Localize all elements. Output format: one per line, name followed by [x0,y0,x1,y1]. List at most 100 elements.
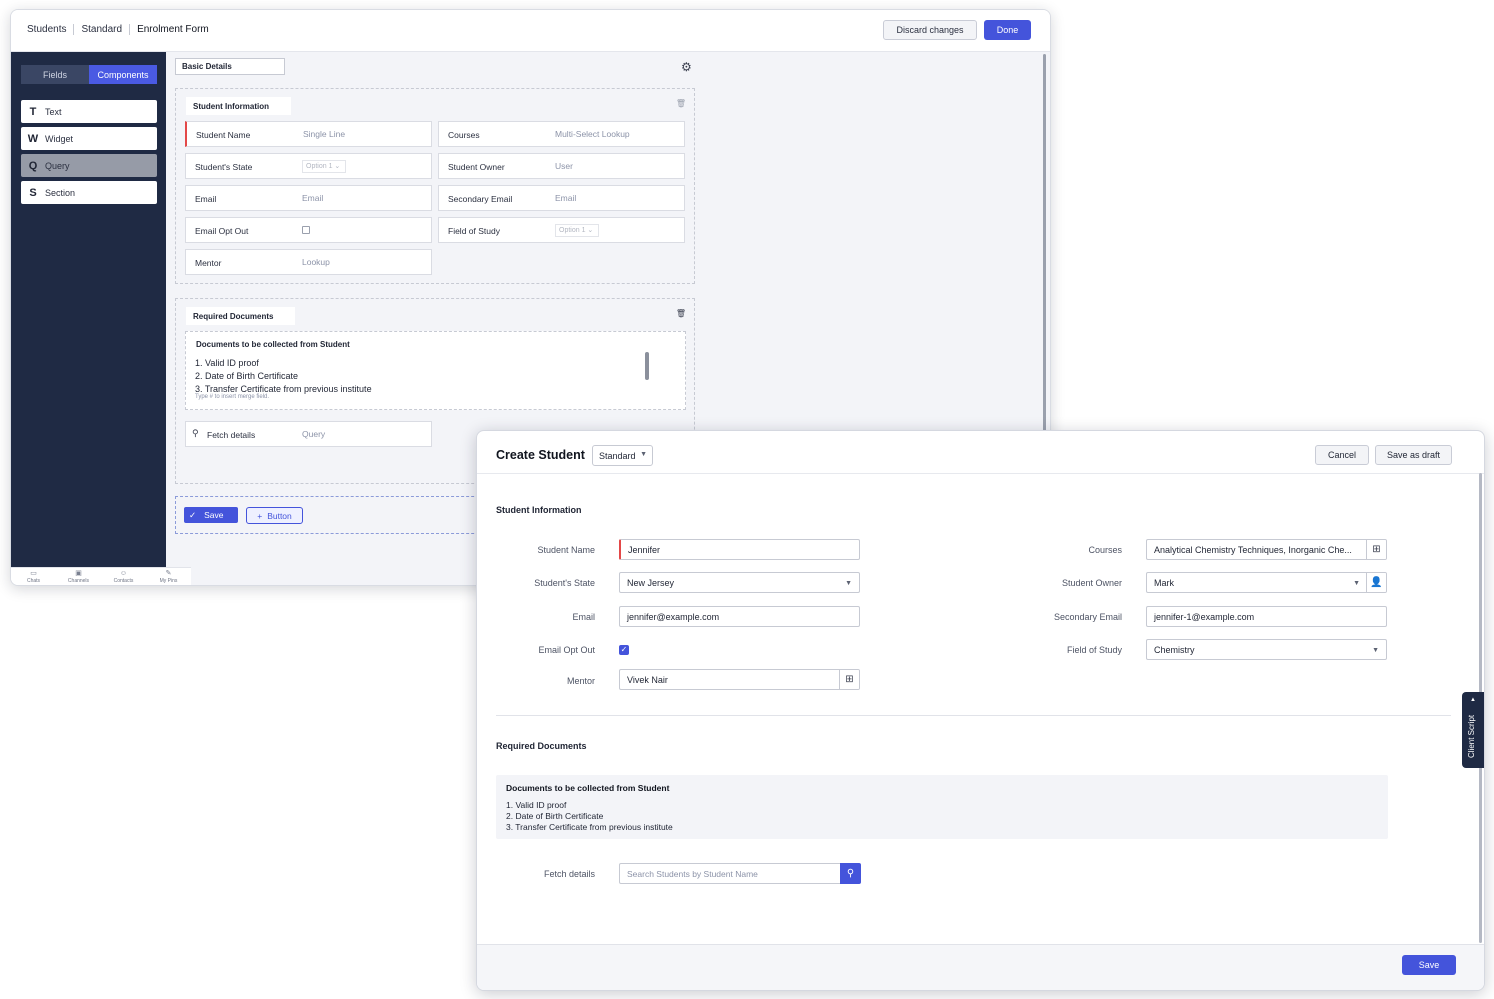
tab-fields[interactable]: Fields [21,65,89,84]
check-icon: ✓ [189,509,197,520]
search-input[interactable]: Search Students by Student Name [619,863,860,884]
student-name-input[interactable]: Jennifer [619,539,860,560]
nav-channels[interactable]: ▣ Channels [56,568,101,585]
discard-changes-button[interactable]: Discard changes [883,20,977,40]
nav-chats[interactable]: ▭ Chats [11,568,56,585]
user-icon[interactable]: 👤 [1366,573,1386,592]
layout-select[interactable]: Standard ▼ [592,445,653,466]
chevron-down-icon: ▼ [640,451,647,458]
component-text[interactable]: T Text [21,100,157,123]
component-label: Query [45,160,70,171]
search-icon: ⚲ [846,868,855,879]
canvas-scrollbar[interactable] [1043,54,1046,434]
component-query[interactable]: Q Query [21,154,157,177]
lookup-value: Vivek Nair [627,674,668,685]
student-name-label: Student Name [537,545,595,555]
field-type: Single Line [303,129,346,139]
picklist-preview: Option 1 ⌄ [302,160,346,173]
picklist-preview: Option 1 ⌄ [555,224,599,237]
chat-icon: ▭ [30,570,37,577]
chevron-down-icon: ▼ [1353,580,1360,587]
student-information-section[interactable]: Student Information 🗑 Student Name Singl… [175,88,695,284]
field-label: Student Name [196,130,251,140]
lookup-grid-icon[interactable]: ⊞ [839,670,859,689]
lookup-grid-icon[interactable]: ⊞ [1366,540,1386,559]
basic-details-tab[interactable]: Basic Details [175,58,285,75]
email-field[interactable]: jennifer@example.com [619,606,860,627]
done-button[interactable]: Done [984,20,1031,40]
checkbox-preview [302,226,310,234]
trash-icon[interactable]: 🗑 [676,309,686,318]
field-label: Secondary Email [448,194,513,204]
rich-text-scrollbar[interactable] [645,352,649,380]
courses-multi-lookup[interactable]: Analytical Chemistry Techniques, Inorgan… [1146,539,1387,560]
query-icon: Q [28,159,38,172]
page-title: Create Student [496,448,585,462]
breadcrumb-layout[interactable]: Standard [74,24,131,35]
field-student-name[interactable]: Student Name Single Line [185,121,432,147]
field-email-opt-out[interactable]: Email Opt Out [185,217,432,243]
query-fetch-details[interactable]: ⚲ Fetch details Query [185,421,432,447]
cancel-button[interactable]: Cancel [1315,445,1369,465]
select-value: Mark [1154,577,1174,588]
section-title[interactable]: Student Information [186,97,291,115]
email-label: Email [572,612,595,622]
field-students-state[interactable]: Student's State Option 1 ⌄ [185,153,432,179]
field-label: Student Owner [448,162,505,172]
component-label: Widget [45,133,74,144]
search-button[interactable]: ⚲ [840,863,861,884]
breadcrumb: Students Standard Enrolment Form [27,24,216,35]
form-footer: Save [477,944,1484,990]
documents-title: Documents to be collected from Student [506,783,670,793]
student-owner-select[interactable]: Mark ▼ 👤 [1146,572,1387,593]
field-of-study-select[interactable]: Chemistry ▼ [1146,639,1387,660]
save-button-preview[interactable]: ✓ Save [184,507,238,523]
field-student-owner[interactable]: Student Owner User [438,153,685,179]
gear-icon[interactable]: ⚙ [681,60,692,74]
client-script-label: Client Script [1467,714,1476,758]
field-secondary-email[interactable]: Secondary Email Email [438,185,685,211]
nav-my-pins[interactable]: ✎ My Pins [146,568,191,585]
students-state-select[interactable]: New Jersey ▼ [619,572,860,593]
text-icon: T [29,105,37,118]
email-opt-out-checkbox[interactable]: ✓ [619,645,629,655]
add-button[interactable]: + Button [246,507,303,524]
field-label: Field of Study [448,226,500,236]
save-as-draft-button[interactable]: Save as draft [1375,445,1452,465]
section-divider [496,715,1451,716]
nav-contacts[interactable]: ☺ Contacts [101,568,146,585]
field-type: Query [302,429,326,439]
section-title[interactable]: Required Documents [186,307,296,325]
component-widget[interactable]: W Widget [21,127,157,150]
fetch-details-label: Fetch details [543,869,595,879]
button-label: Save [204,510,224,520]
merge-field-hint: Type # to insert merge field. [195,394,675,400]
save-button[interactable]: Save [1402,955,1456,975]
field-email[interactable]: Email Email [185,185,432,211]
field-label: Email [195,194,217,204]
trash-icon[interactable]: 🗑 [676,99,686,108]
breadcrumb-module[interactable]: Students [27,24,75,35]
create-student-window: Create Student Standard ▼ Cancel Save as… [476,430,1485,991]
rich-text-component[interactable]: Documents to be collected from Student 1… [185,331,686,410]
mentor-label: Mentor [566,676,595,686]
doc-line: 1. Valid ID proof [195,358,259,368]
field-type: Multi-Select Lookup [555,129,630,139]
documents-panel: Documents to be collected from Student 1… [496,775,1388,839]
mentor-lookup[interactable]: Vivek Nair ⊞ [619,669,860,690]
field-courses[interactable]: Courses Multi-Select Lookup [438,121,685,147]
students-state-label: Student's State [534,578,595,588]
doc-line: 2. Date of Birth Certificate [506,811,604,821]
field-mentor[interactable]: Mentor Lookup [185,249,432,275]
contacts-icon: ☺ [119,570,128,577]
component-section[interactable]: S Section [21,181,157,204]
email-opt-out-label: Email Opt Out [538,645,595,655]
field-field-of-study[interactable]: Field of Study Option 1 ⌄ [438,217,685,243]
pin-icon: ✎ [165,570,172,577]
client-script-tab[interactable]: ▲ Client Script [1462,692,1484,768]
sidebar-tabs: Fields Components [21,65,157,84]
secondary-email-field[interactable]: jennifer-1@example.com [1146,606,1387,627]
tab-components[interactable]: Components [89,65,157,84]
field-of-study-label: Field of Study [1066,645,1122,655]
chevron-down-icon: ▼ [845,580,852,587]
